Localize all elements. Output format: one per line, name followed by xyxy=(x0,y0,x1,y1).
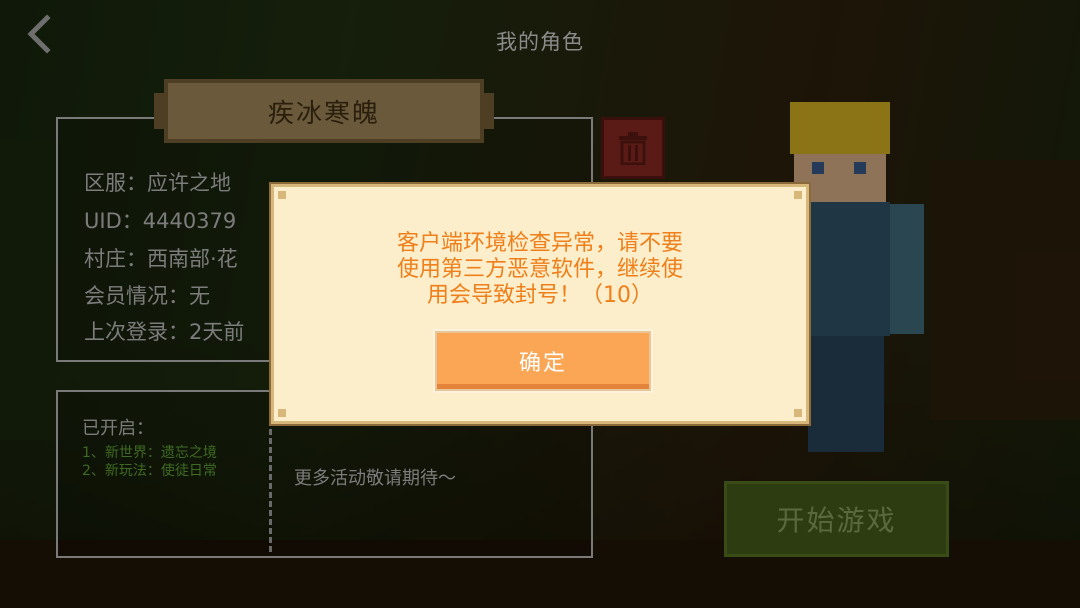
dialog-corner-ornament xyxy=(794,191,802,199)
info-membership: 会员情况：无 xyxy=(84,284,210,308)
activity-item: 1、新世界：遗忘之境 xyxy=(82,445,217,461)
confirm-label: 确定 xyxy=(518,351,567,376)
dialog-corner-ornament xyxy=(278,409,286,417)
warning-dialog: 客户端环境检查异常，请不要 使用第三方恶意软件，继续使 用会导致封号！（10） … xyxy=(271,184,809,424)
confirm-button[interactable]: 确定 xyxy=(435,331,651,391)
dialog-message: 客户端环境检查异常，请不要 使用第三方恶意软件，继续使 用会导致封号！（10） xyxy=(334,231,746,309)
role-name-banner: 疾冰寒魄 xyxy=(154,79,494,143)
info-village: 村庄：西南部·花 xyxy=(84,247,238,271)
dialog-corner-ornament xyxy=(794,409,802,417)
dialog-message-line: 使用第三方恶意软件，继续使 xyxy=(396,257,683,282)
panel-divider xyxy=(269,402,272,552)
start-game-button[interactable]: 开始游戏 xyxy=(724,481,949,557)
info-server: 区服：应许之地 xyxy=(84,171,231,195)
activities-more-text: 更多活动敬请期待～ xyxy=(294,468,456,489)
start-game-label: 开始游戏 xyxy=(776,504,897,537)
delete-role-button[interactable] xyxy=(601,117,665,179)
trash-icon xyxy=(619,132,647,165)
dialog-message-line: 用会导致封号！（10） xyxy=(427,283,653,308)
role-name: 疾冰寒魄 xyxy=(267,98,380,129)
info-uid: UID：4440379 xyxy=(84,209,237,233)
page-title: 我的角色 xyxy=(496,30,584,54)
activities-heading: 已开启： xyxy=(82,418,154,439)
dialog-message-line: 客户端环境检查异常，请不要 xyxy=(396,231,683,256)
info-last-login: 上次登录：2天前 xyxy=(84,320,245,344)
dialog-corner-ornament xyxy=(278,191,286,199)
activity-item: 2、新玩法：使徒日常 xyxy=(82,463,217,479)
